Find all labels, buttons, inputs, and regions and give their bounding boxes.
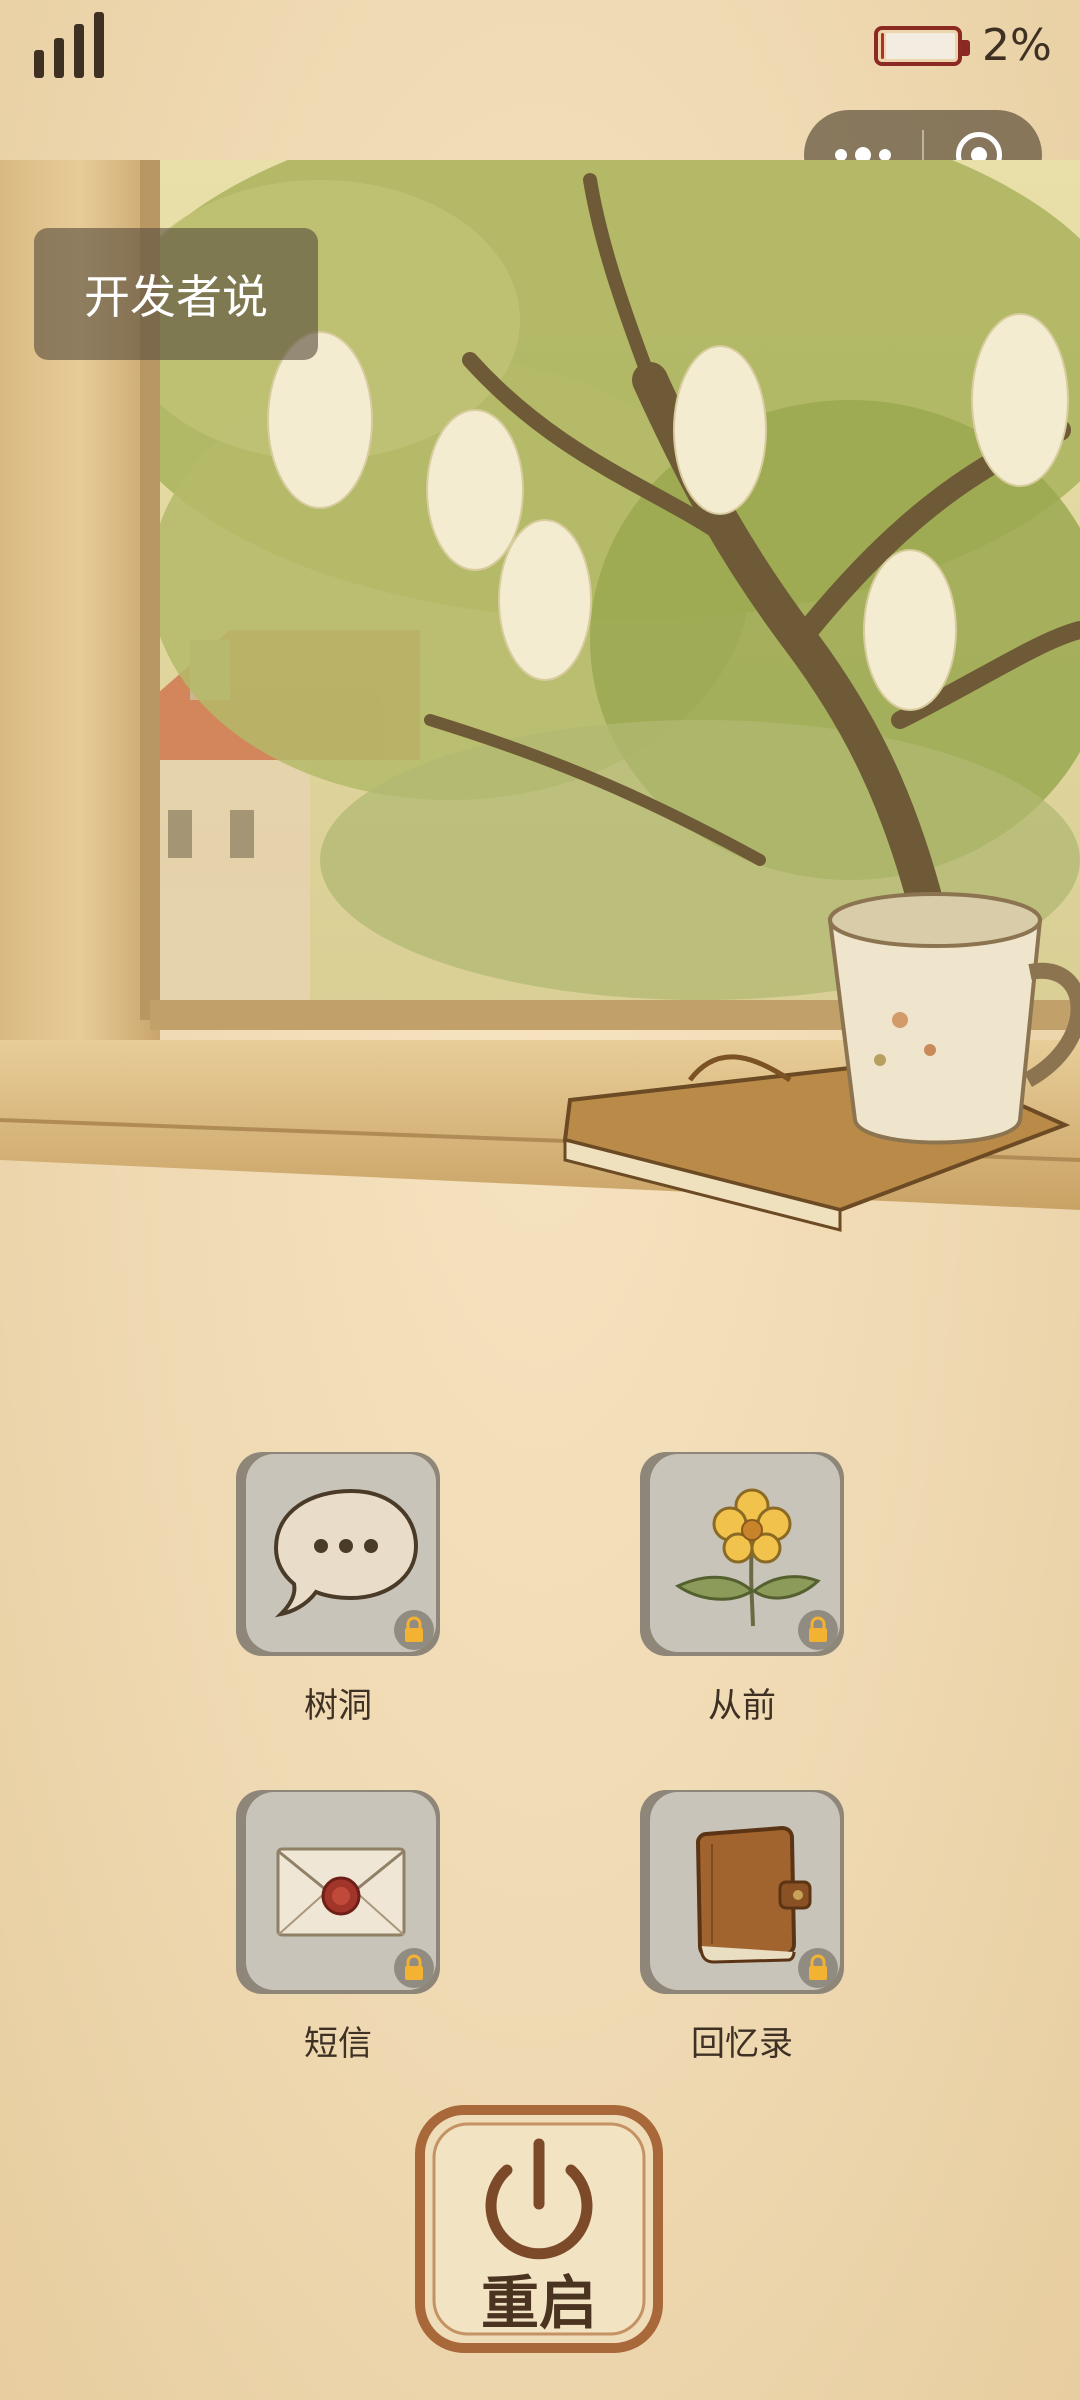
app-label: 从前 [708, 1686, 776, 1726]
developer-notes-button[interactable]: 开发者说 [34, 228, 318, 360]
app-duanxin[interactable]: 短信 [236, 1790, 440, 2064]
lock-icon [798, 1610, 838, 1650]
battery-icon [874, 26, 970, 66]
app-huiyilu[interactable]: 回忆录 [640, 1790, 844, 2064]
app-shudong[interactable]: 树洞 [236, 1452, 440, 1726]
lock-icon [394, 1948, 434, 1988]
restart-button[interactable]: 重启 [414, 2104, 664, 2354]
app-congqian[interactable]: 从前 [640, 1452, 844, 1726]
app-label: 树洞 [304, 1686, 372, 1726]
app-label: 短信 [304, 2024, 372, 2064]
restart-label: 重启 [480, 2269, 597, 2337]
app-label: 回忆录 [691, 2024, 793, 2064]
battery-percent: 2% [982, 20, 1052, 71]
lock-icon [798, 1948, 838, 1988]
status-bar: 2% [0, 0, 1080, 100]
signal-strength-icon [34, 10, 110, 78]
lock-icon [394, 1610, 434, 1650]
